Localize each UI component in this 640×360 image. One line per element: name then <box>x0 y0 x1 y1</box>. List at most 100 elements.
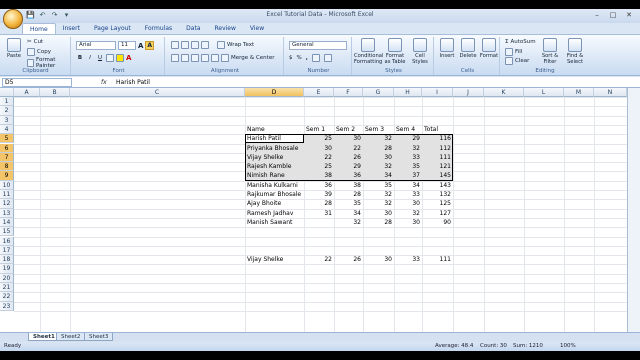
cell-value[interactable]: 112 <box>422 144 453 153</box>
fill-button[interactable]: Fill <box>505 48 522 56</box>
cell-value[interactable]: 22 <box>304 153 334 162</box>
autosum-button[interactable]: Σ AutoSum <box>505 39 536 45</box>
cell-value[interactable]: 33 <box>394 190 422 199</box>
cell-value[interactable]: 30 <box>394 218 422 227</box>
align-right-icon[interactable] <box>191 54 199 62</box>
column-header-j[interactable]: J <box>453 88 484 97</box>
column-header-d[interactable]: D <box>245 88 304 97</box>
cell-value[interactable]: 143 <box>422 181 453 190</box>
header-total[interactable]: Total <box>422 125 453 134</box>
header-sem4[interactable]: Sem 4 <box>394 125 422 134</box>
row-header-23[interactable]: 23 <box>0 301 14 311</box>
row-header-7[interactable]: 7 <box>0 152 14 163</box>
cell-value[interactable] <box>304 218 334 227</box>
column-header-k[interactable]: K <box>484 88 524 97</box>
office-button[interactable] <box>3 9 23 29</box>
insert-function-icon[interactable]: fx <box>101 78 113 87</box>
row-header-17[interactable]: 17 <box>0 245 14 256</box>
borders-icon[interactable] <box>106 54 114 62</box>
wrap-text-button[interactable]: Wrap Text <box>227 42 254 48</box>
cell-value[interactable]: 35 <box>334 199 363 208</box>
row-header-6[interactable]: 6 <box>0 143 14 153</box>
formula-input[interactable]: Harish Patil <box>116 78 150 87</box>
format-as-table-button[interactable]: Format as Table <box>383 38 407 65</box>
cell-value[interactable]: 22 <box>334 144 363 153</box>
cell-name[interactable]: Vijay Shelke <box>245 153 304 162</box>
comma-button[interactable]: , <box>306 55 308 61</box>
row-header-21[interactable]: 21 <box>0 283 14 293</box>
row-header-1[interactable]: 1 <box>0 97 14 107</box>
decrease-decimal-icon[interactable] <box>323 54 332 62</box>
cell-value[interactable]: 30 <box>363 255 394 264</box>
tab-page-layout[interactable]: Page Layout <box>87 23 138 34</box>
minimize-button[interactable]: – <box>590 10 604 20</box>
font-size-select[interactable]: 11 <box>118 41 136 50</box>
column-header-i[interactable]: I <box>422 88 453 97</box>
tab-data[interactable]: Data <box>179 23 207 34</box>
worksheet-grid[interactable]: A B C D E F G H I J K L M N 1 2 3 4 5 6 7 8 9 10 11 12 13 14 15 16 17 1… <box>0 88 627 332</box>
cut-button[interactable]: ✂ Cut <box>27 39 43 45</box>
name-box[interactable]: D5 <box>2 78 72 87</box>
row-header-11[interactable]: 11 <box>0 190 14 200</box>
cell-name[interactable]: Ajay Bhoite <box>245 199 304 208</box>
cell-value[interactable]: 25 <box>304 134 334 143</box>
maximize-button[interactable]: □ <box>606 10 620 20</box>
cell-styles-button[interactable]: Cell Styles <box>408 38 432 65</box>
zoom-level[interactable]: 100% <box>560 342 576 351</box>
column-header-n[interactable]: N <box>594 88 627 97</box>
align-middle-icon[interactable] <box>181 41 189 49</box>
column-header-e[interactable]: E <box>304 88 334 97</box>
column-header-m[interactable]: M <box>564 88 594 97</box>
cell-value[interactable]: 132 <box>422 190 453 199</box>
percent-button[interactable]: % <box>297 55 302 61</box>
row-header-16[interactable]: 16 <box>0 236 14 246</box>
align-center-icon[interactable] <box>181 54 189 62</box>
cell-value[interactable]: 90 <box>422 218 453 227</box>
cell-value[interactable]: 111 <box>422 255 453 264</box>
insert-cells-button[interactable]: Insert <box>437 38 457 59</box>
row-header-9[interactable]: 9 <box>0 171 14 181</box>
tab-insert[interactable]: Insert <box>56 23 87 34</box>
row-header-13[interactable]: 13 <box>0 208 14 218</box>
sheet-tab-sheet2[interactable]: Sheet2 <box>56 333 86 341</box>
cell-value[interactable]: 145 <box>422 171 453 180</box>
tab-view[interactable]: View <box>243 23 271 34</box>
orientation-icon[interactable] <box>201 41 209 49</box>
cell-value[interactable]: 34 <box>394 181 422 190</box>
clear-button[interactable]: Clear <box>505 57 529 65</box>
sort-filter-button[interactable]: Sort & Filter <box>538 38 562 65</box>
cell-value[interactable]: 35 <box>363 181 394 190</box>
increase-decimal-icon[interactable] <box>311 54 320 62</box>
italic-button[interactable]: I <box>86 55 94 61</box>
cell-value[interactable]: 127 <box>422 209 453 218</box>
cell-value[interactable]: 33 <box>394 255 422 264</box>
cell-name[interactable]: Nimish Rane <box>245 171 304 180</box>
cell-value[interactable]: 36 <box>304 181 334 190</box>
cell-value[interactable]: 25 <box>304 162 334 171</box>
cell-value[interactable]: 26 <box>334 153 363 162</box>
cell-name[interactable]: Manish Sawant <box>245 218 304 227</box>
row-header-15[interactable]: 15 <box>0 227 14 237</box>
grow-font-icon[interactable]: A <box>138 42 143 50</box>
cell-value[interactable]: 37 <box>394 171 422 180</box>
cell-value[interactable]: 30 <box>394 199 422 208</box>
cell-value[interactable]: 29 <box>334 162 363 171</box>
font-family-select[interactable]: Arial <box>76 41 116 50</box>
cell-name[interactable]: Vijay Shelke <box>245 255 304 264</box>
row-header-20[interactable]: 20 <box>0 273 14 283</box>
bold-button[interactable]: B <box>76 55 84 61</box>
select-all-corner[interactable] <box>0 88 14 97</box>
align-left-icon[interactable] <box>171 54 179 62</box>
close-button[interactable]: ✕ <box>622 10 636 20</box>
conditional-formatting-button[interactable]: Conditional Formatting <box>354 38 383 65</box>
cell-value[interactable]: 38 <box>304 171 334 180</box>
cell-value[interactable]: 35 <box>394 162 422 171</box>
cell-value[interactable]: 30 <box>363 153 394 162</box>
cell-value[interactable]: 116 <box>422 134 453 143</box>
cell-value[interactable]: 111 <box>422 153 453 162</box>
header-sem1[interactable]: Sem 1 <box>304 125 334 134</box>
cell-name[interactable]: Priyanka Bhosale <box>245 144 304 153</box>
cell-value[interactable]: 28 <box>334 190 363 199</box>
header-name[interactable]: Name <box>245 125 304 134</box>
row-header-2[interactable]: 2 <box>0 106 14 116</box>
